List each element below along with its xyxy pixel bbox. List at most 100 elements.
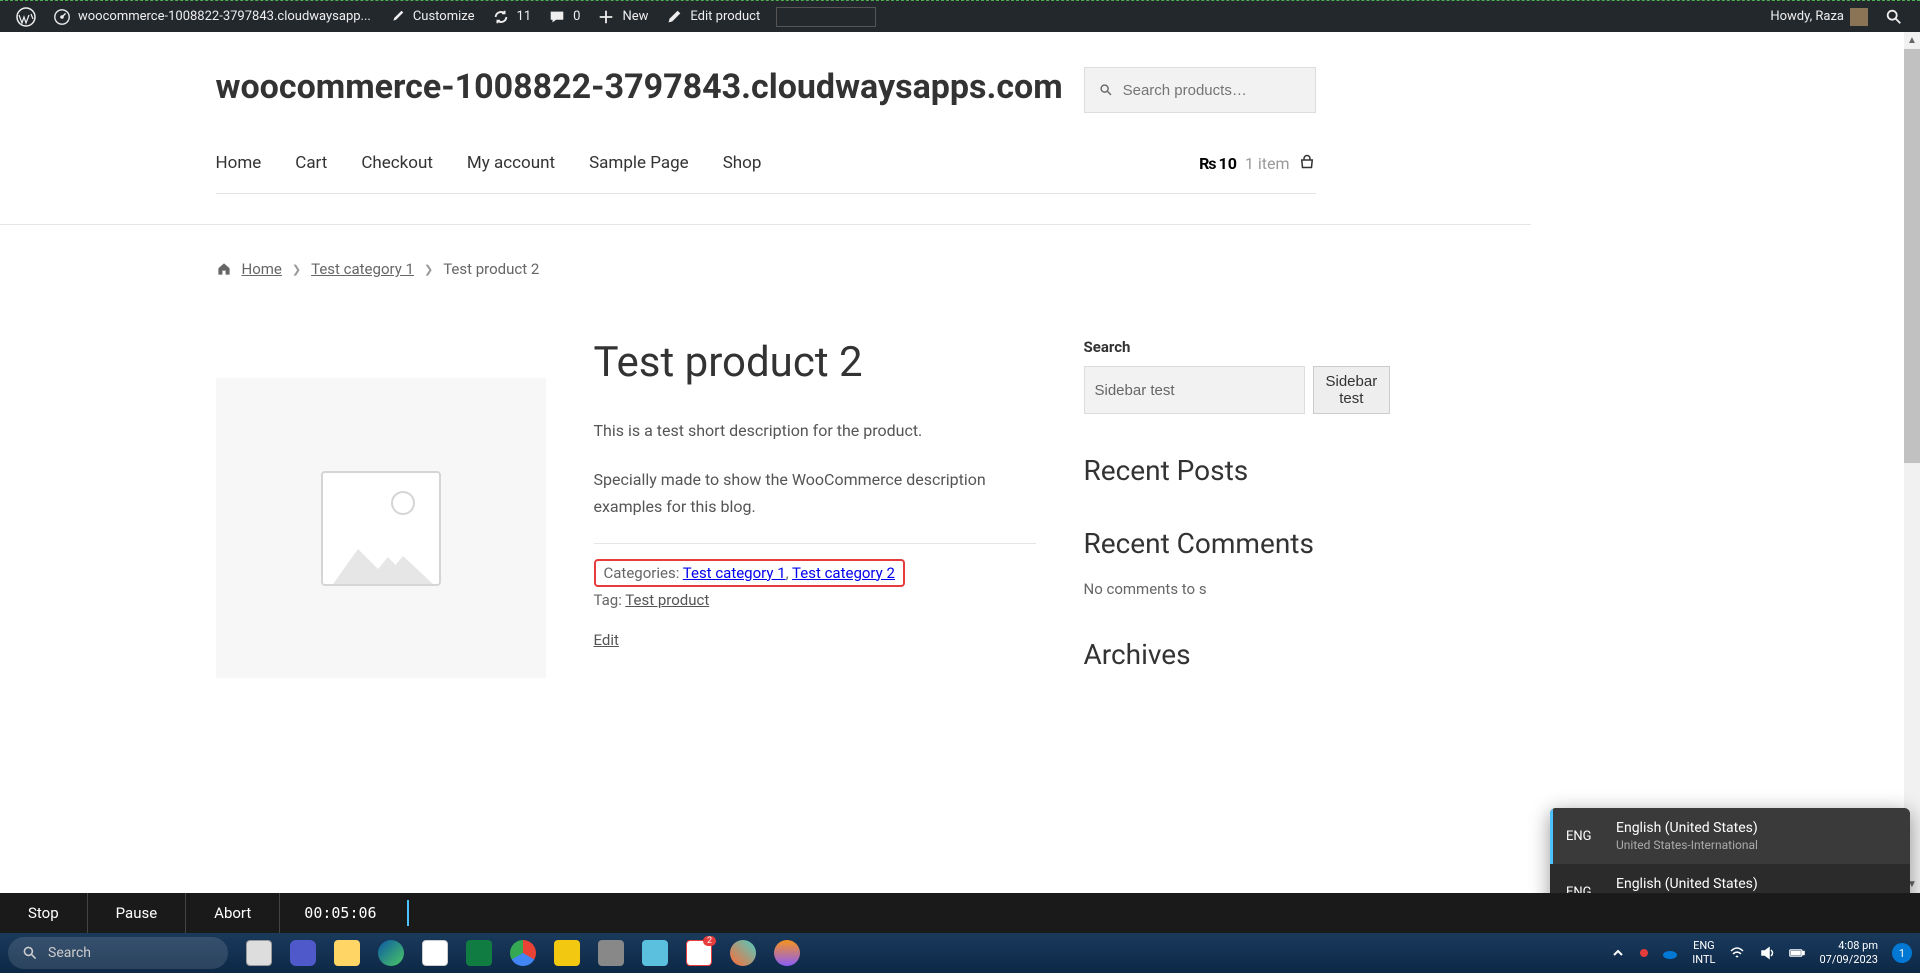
- notification-badge[interactable]: 1: [1892, 943, 1912, 963]
- site-name-text: woocommerce-1008822-3797843.cloudwaysapp…: [78, 9, 371, 24]
- cart-amount: 10: [1219, 154, 1237, 173]
- taskbar-search[interactable]: Search: [8, 937, 228, 969]
- comments-link[interactable]: 0: [539, 1, 588, 33]
- sidebar-search-button[interactable]: Sidebar test: [1313, 366, 1391, 414]
- customize-text: Customize: [413, 9, 475, 24]
- recording-bar: Stop Pause Abort 00:05:06: [0, 893, 1920, 933]
- admin-empty-box: [776, 7, 876, 27]
- product-image-placeholder[interactable]: [216, 378, 546, 678]
- notepad-icon[interactable]: [636, 934, 674, 972]
- admin-search[interactable]: [1876, 1, 1912, 33]
- scroll-up-arrow[interactable]: ▲: [1904, 32, 1920, 49]
- search-icon: [1884, 7, 1904, 27]
- wp-admin-bar: woocommerce-1008822-3797843.cloudwaysapp…: [0, 0, 1920, 32]
- new-text: New: [622, 9, 648, 24]
- breadcrumbs: Home ❯ Test category 1 ❯ Test product 2: [216, 260, 1316, 278]
- wp-logo[interactable]: [8, 1, 44, 33]
- calendar-icon[interactable]: [416, 934, 454, 972]
- pause-button[interactable]: Pause: [88, 893, 187, 933]
- product-search-box[interactable]: [1084, 67, 1316, 113]
- product-short-description-2: Specially made to show the WooCommerce d…: [594, 466, 1036, 520]
- battery-icon[interactable]: [1789, 945, 1805, 961]
- lang-code: ENG: [1566, 829, 1598, 844]
- teams-icon[interactable]: [284, 934, 322, 972]
- breadcrumb-home[interactable]: Home: [242, 260, 282, 278]
- product-meta: Categories: Test category 1, Test catego…: [594, 543, 1036, 649]
- updates-icon: [491, 7, 511, 27]
- search-icon: [1099, 82, 1113, 98]
- sidebar: Search Sidebar test Recent Posts Recent …: [1084, 338, 1316, 711]
- nav-account[interactable]: My account: [467, 153, 555, 173]
- language-indicator[interactable]: ENG INTL: [1692, 939, 1715, 968]
- lang-name: English (United States): [1616, 876, 1894, 892]
- tag-link[interactable]: Test product: [625, 591, 709, 609]
- nav-shop[interactable]: Shop: [723, 153, 762, 173]
- lang-sublabel: United States-International: [1616, 838, 1894, 852]
- scrollbar[interactable]: ▲ ▼: [1904, 32, 1920, 893]
- dashboard-icon: [52, 7, 72, 27]
- edit-product-link[interactable]: Edit: [594, 631, 619, 649]
- site-content: woocommerce-1008822-3797843.cloudwaysapp…: [0, 32, 1531, 745]
- app2-icon[interactable]: [724, 934, 762, 972]
- tag-label: Tag:: [594, 591, 622, 609]
- onedrive-icon[interactable]: [1662, 945, 1678, 961]
- categories-label: Categories:: [604, 564, 680, 582]
- lang-item-intl[interactable]: ENG English (United States) United State…: [1550, 808, 1910, 864]
- howdy-text: Howdy, Raza: [1770, 9, 1844, 24]
- clock[interactable]: 4:08 pm 07/09/2023: [1819, 939, 1878, 968]
- site-name-link[interactable]: woocommerce-1008822-3797843.cloudwaysapp…: [44, 1, 379, 33]
- app-icon[interactable]: [592, 934, 630, 972]
- edit-product-link[interactable]: Edit product: [656, 1, 768, 33]
- main-nav: Home Cart Checkout My account Sample Pag…: [216, 153, 1316, 194]
- breadcrumb-category[interactable]: Test category 1: [311, 260, 414, 278]
- search-widget-title: Search: [1084, 338, 1316, 356]
- edge-icon[interactable]: [372, 934, 410, 972]
- nav-home[interactable]: Home: [216, 153, 262, 173]
- snip-icon[interactable]: 2: [680, 934, 718, 972]
- no-comments-text: No comments to s: [1084, 580, 1316, 598]
- volume-icon[interactable]: [1759, 945, 1775, 961]
- chevron-right-icon: ❯: [424, 263, 433, 276]
- sidebar-search-input[interactable]: [1084, 366, 1305, 414]
- recent-comments-heading: Recent Comments: [1084, 527, 1316, 560]
- app3-icon[interactable]: [768, 934, 806, 972]
- nav-checkout[interactable]: Checkout: [361, 153, 433, 173]
- category-link-2[interactable]: Test category 2: [792, 564, 895, 582]
- wifi-icon[interactable]: [1729, 945, 1745, 961]
- category-link-1[interactable]: Test category 1: [683, 564, 786, 582]
- comments-count: 0: [573, 9, 580, 24]
- stop-button[interactable]: Stop: [0, 893, 88, 933]
- explorer-icon[interactable]: [328, 934, 366, 972]
- image-placeholder-icon: [321, 471, 441, 586]
- excel-icon[interactable]: [460, 934, 498, 972]
- basket-icon: [1298, 154, 1316, 172]
- customize-link[interactable]: Customize: [379, 1, 483, 33]
- recent-posts-heading: Recent Posts: [1084, 454, 1316, 487]
- chevron-right-icon: ❯: [292, 263, 301, 276]
- cart-items: 1 item: [1245, 154, 1290, 173]
- lang-bottom: INTL: [1692, 953, 1715, 967]
- edit-text: Edit product: [690, 9, 760, 24]
- nav-cart[interactable]: Cart: [295, 153, 327, 173]
- search-icon: [22, 945, 38, 961]
- windows-taskbar: Search 2 ENG INTL 4:08 pm 07/09/2023 1: [0, 933, 1920, 973]
- updates-count: 11: [517, 9, 532, 24]
- abort-button[interactable]: Abort: [186, 893, 280, 933]
- chrome-icon[interactable]: [504, 934, 542, 972]
- chevron-up-icon[interactable]: [1610, 945, 1626, 961]
- new-link[interactable]: New: [588, 1, 656, 33]
- nav-sample[interactable]: Sample Page: [589, 153, 689, 173]
- taskview-icon[interactable]: [240, 934, 278, 972]
- howdy-link[interactable]: Howdy, Raza: [1762, 1, 1876, 33]
- pencil-icon: [664, 7, 684, 27]
- updates-link[interactable]: 11: [483, 1, 540, 33]
- wordpress-icon: [16, 7, 36, 27]
- avatar-icon: [1850, 8, 1868, 26]
- product-title: Test product 2: [594, 338, 1036, 387]
- cart-summary[interactable]: ₨ 10 1 item: [1199, 154, 1315, 173]
- separator: [407, 900, 409, 926]
- product-search-input[interactable]: [1123, 82, 1301, 99]
- powerbi-icon[interactable]: [548, 934, 586, 972]
- status-dot-icon[interactable]: [1640, 949, 1648, 957]
- site-title[interactable]: woocommerce-1008822-3797843.cloudwaysapp…: [216, 67, 1063, 107]
